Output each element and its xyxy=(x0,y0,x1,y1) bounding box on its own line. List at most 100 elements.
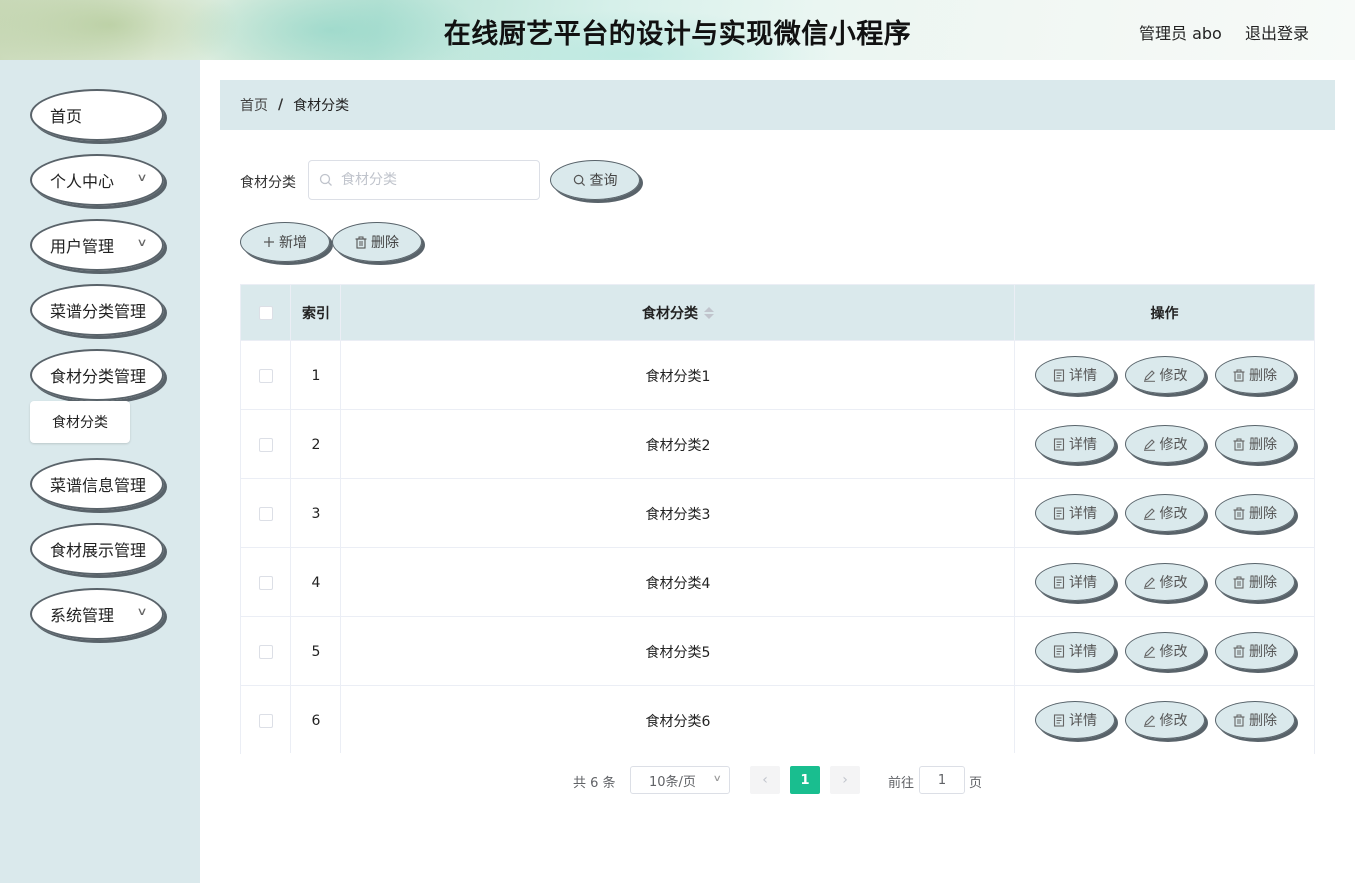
row-index: 2 xyxy=(311,436,321,453)
chevron-down-icon: ∨ xyxy=(136,171,148,184)
row-checkbox-cell xyxy=(241,341,291,410)
row-category: 食材分类5 xyxy=(645,644,711,661)
search-icon xyxy=(573,174,585,186)
search-field[interactable] xyxy=(308,160,540,200)
sidebar-item-label: 用户管理 xyxy=(50,237,115,256)
sidebar-item-label: 菜谱信息管理 xyxy=(50,476,147,495)
delete-button[interactable]: 删除 xyxy=(1215,356,1295,394)
row-checkbox[interactable] xyxy=(259,644,273,659)
sidebar-item-label: 食材展示管理 xyxy=(50,541,147,560)
column-header-category[interactable]: 食材分类 xyxy=(341,285,1015,340)
table-header: 索引 食材分类 操作 xyxy=(241,285,1314,340)
edit-button[interactable]: 修改 xyxy=(1125,632,1205,670)
row-checkbox-cell xyxy=(241,617,291,686)
table-row: 5 食材分类5 详情 修改 删除 xyxy=(241,616,1314,685)
table-row: 4 食材分类4 详情 修改 删除 xyxy=(241,547,1314,616)
detail-button[interactable]: 详情 xyxy=(1035,632,1115,670)
sidebar-item-system[interactable]: 系统管理 ∨ xyxy=(30,588,164,640)
delete-button[interactable]: 删除 xyxy=(1215,425,1295,463)
edit-icon xyxy=(1143,369,1155,382)
detail-button[interactable]: 详情 xyxy=(1035,356,1115,394)
edit-button-label: 修改 xyxy=(1159,368,1188,384)
sidebar-item-profile[interactable]: 个人中心 ∨ xyxy=(30,154,164,206)
edit-button-label: 修改 xyxy=(1159,713,1188,729)
row-checkbox-cell xyxy=(241,548,291,617)
add-button[interactable]: 新增 xyxy=(240,222,330,262)
delete-button-label: 删除 xyxy=(1249,437,1277,453)
document-icon xyxy=(1053,437,1065,451)
sidebar-item-ingredient-display[interactable]: 食材展示管理 xyxy=(30,523,164,575)
row-checkbox[interactable] xyxy=(259,368,273,383)
edit-icon xyxy=(1143,576,1155,589)
detail-button[interactable]: 详情 xyxy=(1035,701,1115,739)
select-all-checkbox[interactable] xyxy=(259,305,273,320)
next-page-button[interactable]: › xyxy=(830,766,860,794)
edit-button-label: 修改 xyxy=(1159,644,1188,660)
trash-icon xyxy=(1233,576,1245,589)
detail-button-label: 详情 xyxy=(1069,644,1097,660)
row-category: 食材分类4 xyxy=(645,575,711,592)
goto-unit: 页 xyxy=(969,776,983,791)
trash-icon xyxy=(1233,714,1245,727)
submenu-item-ingredient-category[interactable]: 食材分类 xyxy=(30,401,130,443)
edit-button[interactable]: 修改 xyxy=(1125,494,1205,532)
row-category: 食材分类1 xyxy=(645,368,711,385)
row-index: 5 xyxy=(311,643,321,660)
detail-button[interactable]: 详情 xyxy=(1035,425,1115,463)
column-header-index: 索引 xyxy=(302,305,330,322)
prev-page-button[interactable]: ‹ xyxy=(750,766,780,794)
edit-button[interactable]: 修改 xyxy=(1125,356,1205,394)
goto-page-input[interactable]: 1 xyxy=(919,766,965,794)
trash-icon xyxy=(1233,438,1245,451)
delete-button[interactable]: 删除 xyxy=(1215,494,1295,532)
sidebar-item-users[interactable]: 用户管理 ∨ xyxy=(30,219,164,271)
delete-button-label: 删除 xyxy=(1249,644,1277,660)
sort-icon[interactable] xyxy=(704,306,714,319)
sidebar-item-label: 菜谱分类管理 xyxy=(50,302,147,321)
sidebar-item-recipe-category[interactable]: 菜谱分类管理 xyxy=(30,284,164,336)
batch-delete-button[interactable]: 删除 xyxy=(332,222,422,262)
chevron-down-icon: ∨ xyxy=(713,774,723,784)
delete-button[interactable]: 删除 xyxy=(1215,632,1295,670)
sidebar-item-home[interactable]: 首页 xyxy=(30,89,164,141)
search-button[interactable]: 查询 xyxy=(550,160,640,200)
chevron-down-icon: ∨ xyxy=(136,605,148,618)
search-button-label: 查询 xyxy=(589,173,618,189)
header-bar: 在线厨艺平台的设计与实现微信小程序 管理员 abo 退出登录 xyxy=(0,0,1355,60)
row-checkbox[interactable] xyxy=(259,506,273,521)
row-checkbox[interactable] xyxy=(259,575,273,590)
edit-icon xyxy=(1143,645,1155,658)
goto-label: 前往 xyxy=(888,776,915,791)
sidebar-item-ingredient-category[interactable]: 食材分类管理 xyxy=(30,349,164,401)
row-checkbox[interactable] xyxy=(259,437,273,452)
edit-button[interactable]: 修改 xyxy=(1125,701,1205,739)
detail-button-label: 详情 xyxy=(1069,368,1097,384)
document-icon xyxy=(1053,713,1065,727)
sidebar-item-recipe-info[interactable]: 菜谱信息管理 xyxy=(30,458,164,510)
detail-button-label: 详情 xyxy=(1069,575,1097,591)
delete-button[interactable]: 删除 xyxy=(1215,563,1295,601)
detail-button[interactable]: 详情 xyxy=(1035,494,1115,532)
column-header-category-label: 食材分类 xyxy=(642,305,698,322)
breadcrumb-home[interactable]: 首页 xyxy=(240,95,268,115)
row-checkbox[interactable] xyxy=(259,713,273,728)
edit-button[interactable]: 修改 xyxy=(1125,425,1205,463)
chevron-right-icon: › xyxy=(842,772,848,788)
edit-icon xyxy=(1143,714,1155,727)
page-number-current[interactable]: 1 xyxy=(790,766,820,794)
page-size-select[interactable]: 10条/页 ∨ xyxy=(630,766,730,794)
edit-button[interactable]: 修改 xyxy=(1125,563,1205,601)
sidebar-item-label: 个人中心 xyxy=(50,172,115,191)
delete-button[interactable]: 删除 xyxy=(1215,701,1295,739)
detail-button-label: 详情 xyxy=(1069,713,1097,729)
chevron-down-icon: ∨ xyxy=(136,236,148,249)
logout-link[interactable]: 退出登录 xyxy=(1245,20,1309,44)
table-row: 1 食材分类1 详情 修改 删除 xyxy=(241,340,1314,409)
sidebar-item-label: 系统管理 xyxy=(50,606,115,625)
detail-button[interactable]: 详情 xyxy=(1035,563,1115,601)
detail-button-label: 详情 xyxy=(1069,506,1097,522)
delete-button-label: 删除 xyxy=(1249,368,1277,384)
trash-icon xyxy=(355,236,367,249)
search-input[interactable] xyxy=(341,172,521,188)
data-table: 索引 食材分类 操作 1 食材分类1 详情 修改 删除 2 食材分类2 详情 修改 删除 3 食材分类… xyxy=(240,284,1315,754)
